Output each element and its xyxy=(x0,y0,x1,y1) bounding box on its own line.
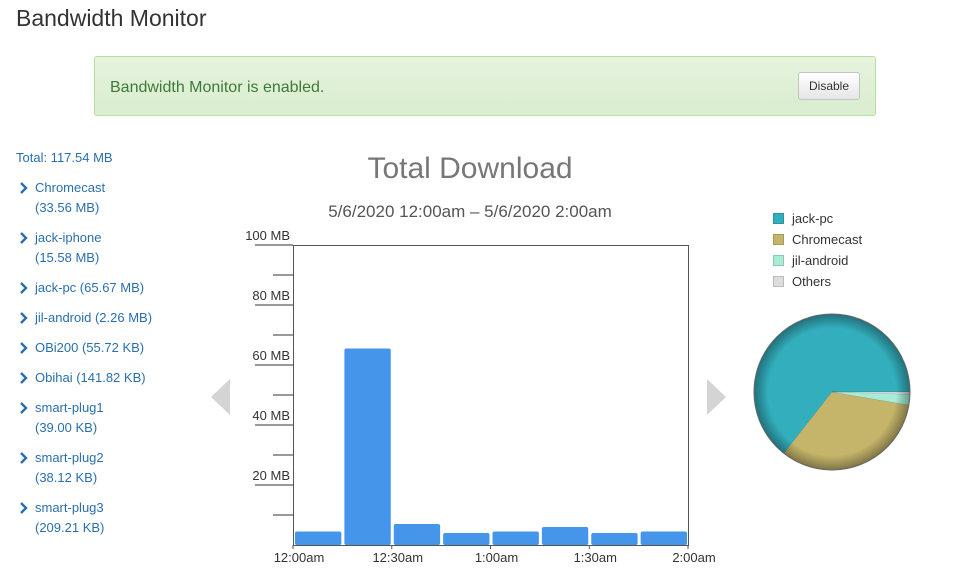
device-name: smart-plug2 xyxy=(35,450,104,465)
chevron-right-icon xyxy=(20,312,28,324)
legend-label: Others xyxy=(792,274,832,289)
legend-item: jil-android xyxy=(773,252,913,272)
chevron-right-icon xyxy=(20,452,28,464)
x-tick-label: 12:30am xyxy=(372,550,423,565)
device-usage: (38.12 KB) xyxy=(35,470,98,485)
legend-swatch xyxy=(773,276,784,287)
device-name: Obihai (141.82 KB) xyxy=(35,370,146,385)
device-name: smart-plug3 xyxy=(35,500,104,515)
bar xyxy=(492,531,539,545)
device-label: OBi200 (55.72 KB) xyxy=(35,338,205,358)
device-label: jack-iphone (15.58 MB) xyxy=(35,228,205,268)
x-tick-label: 1:00am xyxy=(475,550,518,565)
legend-item: Chromecast xyxy=(773,231,913,251)
bar xyxy=(640,531,687,545)
y-tick-label: 80 MB xyxy=(252,288,290,303)
status-alert: Bandwidth Monitor is enabled. Disable xyxy=(94,56,876,116)
download-bar-chart: 20 MB 40 MB 60 MB 80 MB 100 MB 12:00am 12:30am… xyxy=(245,228,716,565)
bar xyxy=(344,348,391,545)
disable-button[interactable]: Disable xyxy=(798,72,860,100)
chevron-left-icon[interactable] xyxy=(211,379,231,415)
chevron-right-icon xyxy=(20,372,28,384)
device-name: jil-android (2.26 MB) xyxy=(35,310,153,325)
device-name: smart-plug1 xyxy=(35,400,104,415)
device-name: OBi200 (55.72 KB) xyxy=(35,340,145,355)
legend-label: Chromecast xyxy=(792,232,863,247)
legend-swatch xyxy=(773,213,784,224)
legend-label: jil-android xyxy=(792,253,849,268)
alert-message: Bandwidth Monitor is enabled. xyxy=(110,79,325,96)
pie-rim xyxy=(753,313,911,471)
device-label: smart-plug1 (39.00 KB) xyxy=(35,398,205,438)
y-tick-label: 100 MB xyxy=(245,228,290,243)
device-label: jack-pc (65.67 MB) xyxy=(35,278,205,298)
device-name: jack-iphone xyxy=(35,230,102,245)
bar xyxy=(393,524,441,545)
bar xyxy=(443,533,490,545)
device-usage: (15.58 MB) xyxy=(35,250,100,265)
page-title: Bandwidth Monitor xyxy=(16,5,207,31)
x-tick-label: 1:30am xyxy=(574,550,617,565)
legend-item: jack-pc xyxy=(773,210,913,230)
y-tick-label: 20 MB xyxy=(252,468,290,483)
device-label: Obihai (141.82 KB) xyxy=(35,368,205,388)
x-tick-label: 12:00am xyxy=(274,550,325,565)
device-usage: (209.21 KB) xyxy=(35,520,105,535)
y-tick-label: 60 MB xyxy=(252,348,290,363)
device-label: jil-android (2.26 MB) xyxy=(35,308,205,328)
y-tick-label: 40 MB xyxy=(252,408,290,423)
chevron-right-icon xyxy=(20,402,28,414)
chevron-right-icon xyxy=(20,342,28,354)
device-label: smart-plug2 (38.12 KB) xyxy=(35,448,205,488)
chart-title: Total Download xyxy=(367,152,573,185)
device-usage: (39.00 KB) xyxy=(35,420,98,435)
legend-item: Others xyxy=(773,273,913,293)
chevron-right-icon xyxy=(20,282,28,294)
chevron-right-icon xyxy=(20,502,28,514)
x-tick-label: 2:00am xyxy=(672,550,715,565)
device-pie-chart xyxy=(753,313,911,471)
device-name: jack-pc (65.67 MB) xyxy=(35,280,145,295)
chevron-right-icon xyxy=(20,232,28,244)
legend-label: jack-pc xyxy=(792,211,834,226)
legend-swatch xyxy=(773,255,784,266)
legend-swatch xyxy=(773,234,784,245)
bar xyxy=(295,531,342,545)
bar xyxy=(591,533,638,545)
device-label: smart-plug3 (209.21 KB) xyxy=(35,498,205,538)
bar xyxy=(541,527,589,545)
